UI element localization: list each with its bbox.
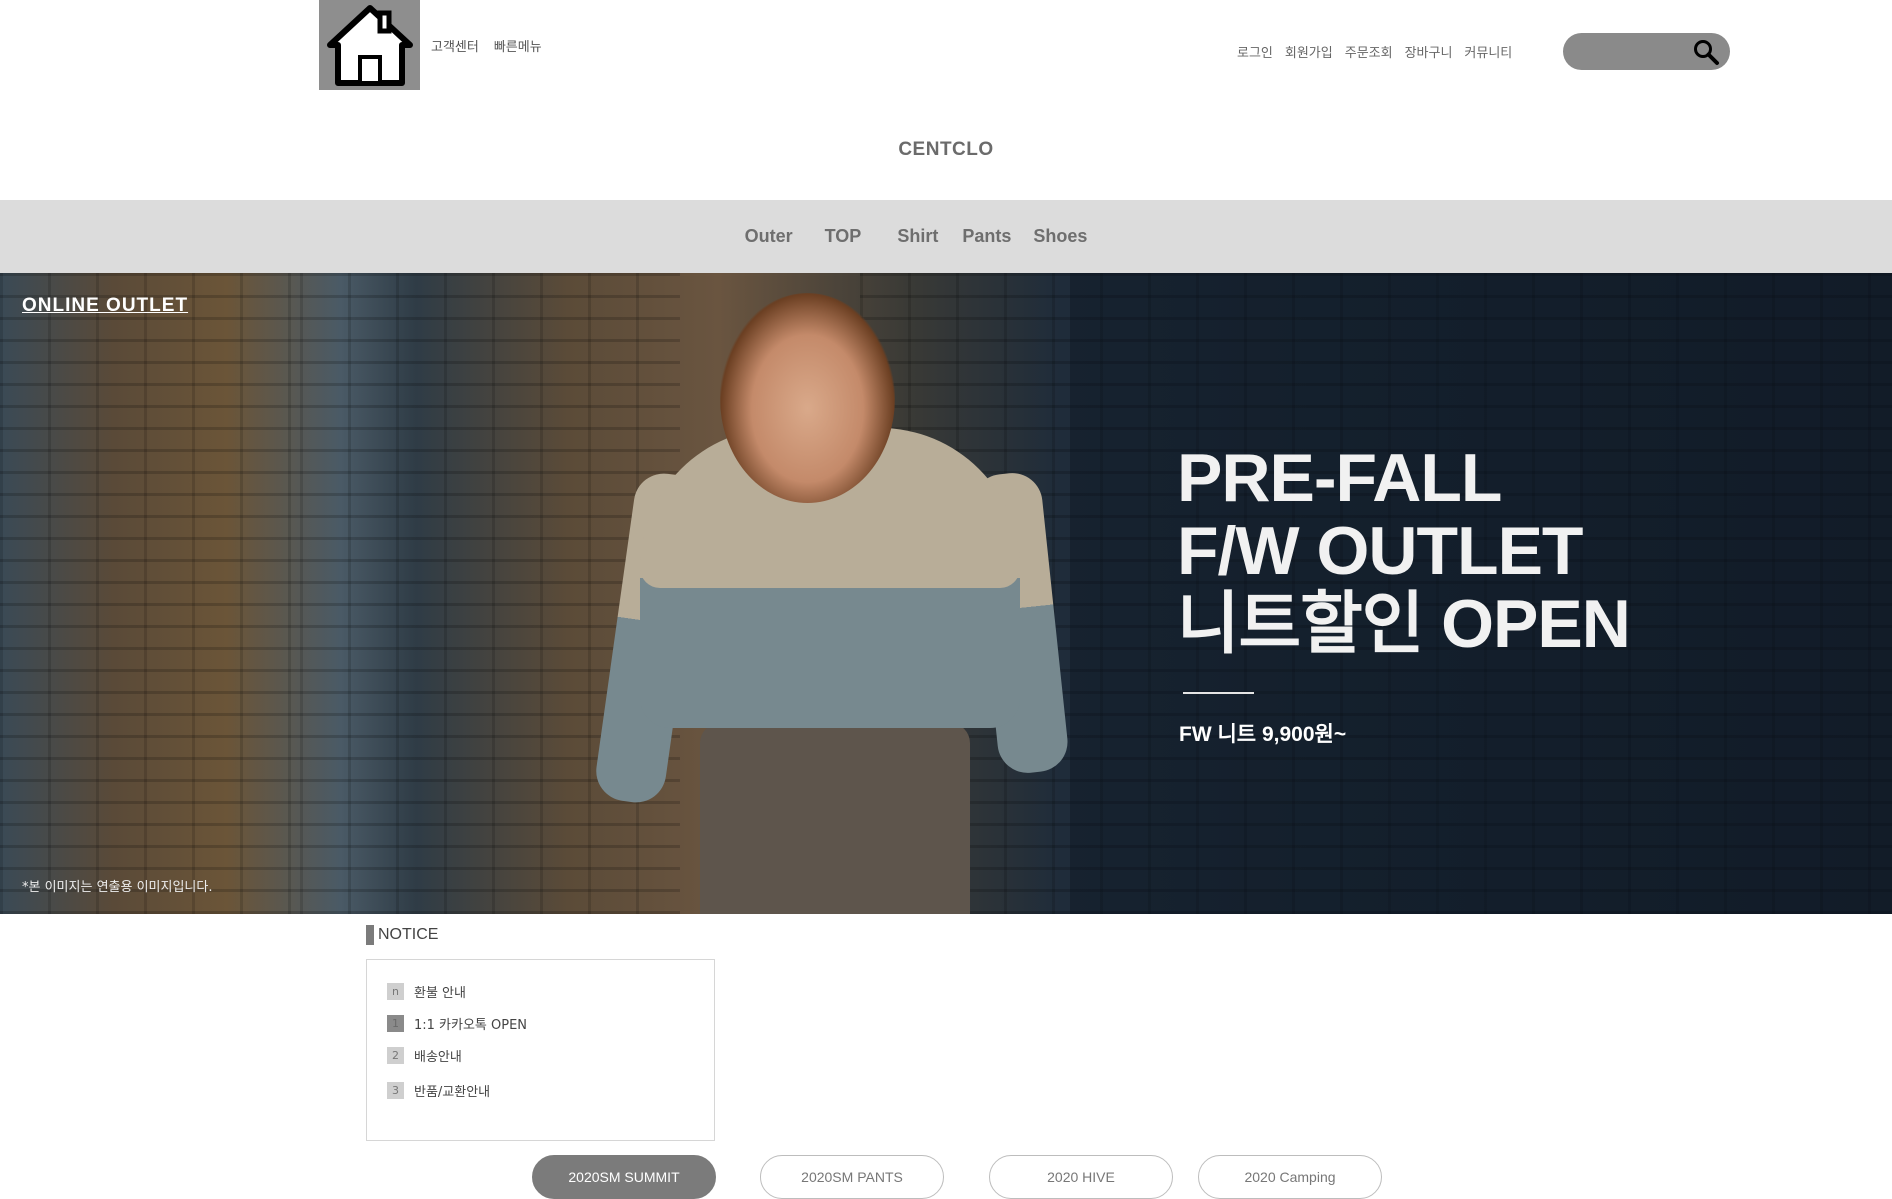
notice-item[interactable]: 2 배송안내 — [387, 1046, 462, 1065]
nav-item-pants[interactable]: Pants — [962, 226, 1011, 247]
notice-text: 반품/교환안내 — [414, 1085, 491, 1100]
headline-line-3: 니트할인 OPEN — [1177, 586, 1631, 662]
online-outlet-link[interactable]: ONLINE OUTLET — [22, 295, 188, 317]
login-link[interactable]: 로그인 — [1237, 42, 1273, 61]
headline-line-1: PRE-FALL — [1177, 440, 1502, 516]
banner-headline: PRE-FALL F/W OUTLET 니트할인 OPEN — [1177, 440, 1631, 662]
notice-header: NOTICE — [366, 925, 438, 945]
notice-badge: 2 — [387, 1047, 404, 1064]
tab-2020-camping[interactable]: 2020 Camping — [1198, 1155, 1382, 1199]
nav-item-shirt[interactable]: Shirt — [897, 226, 938, 247]
notice-text: 환불 안내 — [414, 986, 466, 1001]
brick-wall-left — [0, 273, 300, 914]
notice-text: 배송안내 — [414, 1050, 462, 1065]
tab-2020sm-pants[interactable]: 2020SM PANTS — [760, 1155, 944, 1199]
signup-link[interactable]: 회원가입 — [1285, 42, 1333, 61]
notice-item[interactable]: 3 반품/교환안내 — [387, 1081, 490, 1100]
notice-text: 1:1 카카오톡 OPEN — [414, 1018, 528, 1033]
customer-center-link[interactable]: 고객센터 — [431, 36, 479, 55]
nav-item-top[interactable]: TOP — [825, 226, 862, 247]
banner-disclaimer: *본 이미지는 연출용 이미지입니다. — [22, 880, 213, 895]
site-logo[interactable]: CENTCLO — [0, 139, 1892, 161]
tab-2020-hive[interactable]: 2020 HIVE — [989, 1155, 1173, 1199]
notice-item[interactable]: 1 1:1 카카오톡 OPEN — [387, 1014, 527, 1033]
house-icon — [326, 5, 413, 86]
search-input[interactable] — [1577, 39, 1691, 65]
banner-subtext: FW 니트 9,900원~ — [1179, 723, 1347, 746]
nav-item-shoes[interactable]: Shoes — [1033, 226, 1087, 247]
notice-marker — [366, 925, 374, 945]
search-icon[interactable] — [1692, 38, 1720, 66]
tab-2020sm-summit[interactable]: 2020SM SUMMIT — [532, 1155, 716, 1199]
quick-menu-link[interactable]: 빠른메뉴 — [494, 36, 542, 55]
headline-line-2: F/W OUTLET — [1177, 513, 1583, 589]
order-lookup-link[interactable]: 주문조회 — [1345, 42, 1393, 61]
notice-item[interactable]: n 환불 안내 — [387, 982, 466, 1001]
notice-badge: n — [387, 983, 404, 1000]
cart-link[interactable]: 장바구니 — [1405, 42, 1453, 61]
nav-item-outer[interactable]: Outer — [745, 226, 793, 247]
search-box — [1563, 33, 1730, 70]
home-button[interactable] — [319, 0, 420, 90]
notice-badge: 1 — [387, 1015, 404, 1032]
notice-list: n 환불 안내 1 1:1 카카오톡 OPEN 2 배송안내 3 반품/교환안내 — [366, 959, 715, 1141]
headline-divider — [1183, 692, 1254, 694]
notice-badge: 3 — [387, 1082, 404, 1099]
community-link[interactable]: 커뮤니티 — [1464, 42, 1512, 61]
utility-links-left: 고객센터 빠른메뉴 — [431, 36, 542, 55]
main-nav: Outer TOP Shirt Pants Shoes — [0, 200, 1892, 273]
utility-links-right: 로그인 회원가입 주문조회 장바구니 커뮤니티 — [1237, 42, 1512, 61]
notice-title: NOTICE — [378, 926, 439, 943]
